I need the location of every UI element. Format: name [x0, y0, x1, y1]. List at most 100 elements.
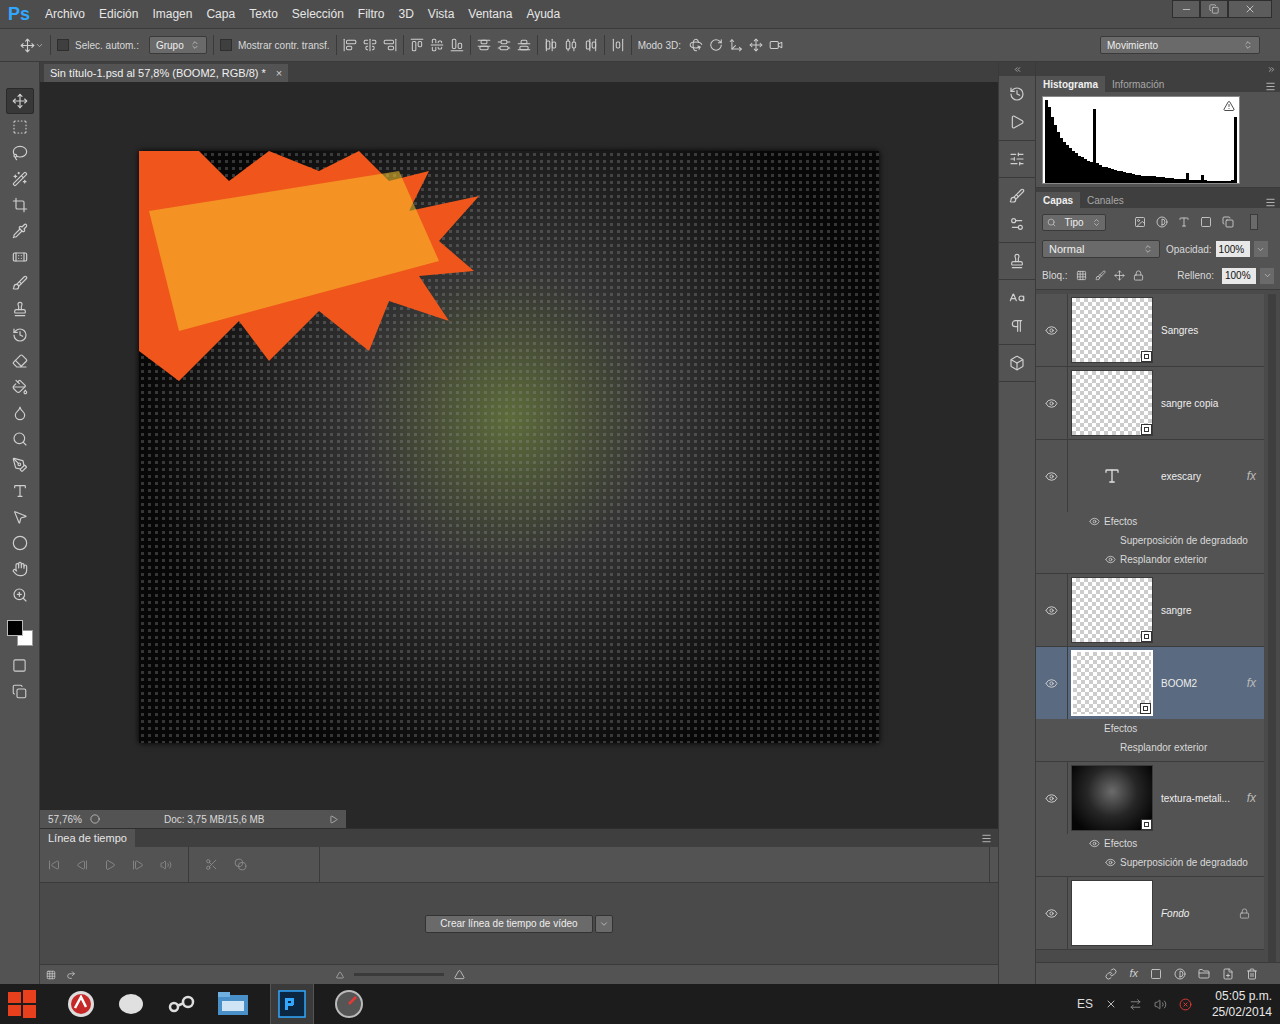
filter-dropdown[interactable]: Tipo	[1042, 214, 1106, 231]
layer-name[interactable]: Fondo	[1161, 906, 1239, 921]
brush-panel-icon[interactable]	[1009, 188, 1025, 204]
browser-icon[interactable]	[66, 989, 96, 1019]
shape-filter-icon[interactable]	[1200, 216, 1212, 228]
checkbox[interactable]	[220, 39, 232, 51]
align-bottom-icon[interactable]	[383, 38, 397, 52]
menu-item[interactable]: Ventana	[461, 5, 519, 23]
history-brush-icon[interactable]	[12, 327, 28, 343]
roll-3d-icon[interactable]	[709, 38, 723, 52]
slide-3d-icon[interactable]	[749, 38, 763, 52]
effects-header[interactable]: Efectos	[1036, 512, 1264, 531]
checkbox-field[interactable]: Selec. autom.:	[57, 38, 139, 53]
effects-header[interactable]: Efectos	[1036, 719, 1264, 738]
chevrons-icon[interactable]	[190, 40, 200, 50]
tool-button[interactable]	[6, 348, 34, 374]
healing-icon[interactable]	[12, 249, 28, 265]
distribute-bottom-icon[interactable]	[517, 38, 531, 52]
eye-icon[interactable]	[1045, 604, 1058, 617]
layer-name[interactable]: textura-metali...	[1161, 791, 1247, 806]
dock-button[interactable]	[1005, 186, 1029, 206]
layer-row[interactable]: Fondo	[1036, 877, 1264, 949]
pen-icon[interactable]	[12, 457, 28, 473]
clone-source-icon[interactable]	[1009, 253, 1025, 269]
delete-layer-icon[interactable]	[1246, 968, 1258, 980]
tool-button[interactable]	[6, 504, 34, 530]
tool-button[interactable]	[6, 400, 34, 426]
effect-row[interactable]: Resplandor exterior	[1036, 738, 1264, 757]
tool-button[interactable]	[6, 166, 34, 192]
add-style-button[interactable]: fx	[1129, 965, 1138, 982]
steam-icon[interactable]	[166, 989, 196, 1019]
distribute-top-icon[interactable]	[477, 38, 491, 52]
eye-icon[interactable]	[1045, 470, 1058, 483]
type-filter-icon[interactable]	[1178, 216, 1190, 228]
layer-row[interactable]: exescaryfx	[1036, 440, 1264, 512]
menu-item[interactable]: Capa	[199, 5, 242, 23]
previous-frame-icon[interactable]	[76, 859, 88, 871]
foreground-color[interactable]	[7, 620, 23, 636]
close-icon[interactable]	[1244, 3, 1256, 15]
actions-panel-icon[interactable]	[1009, 114, 1025, 130]
action-center-icon[interactable]	[1179, 998, 1192, 1011]
menu-item[interactable]: 3D	[392, 5, 421, 23]
tool-button[interactable]	[6, 218, 34, 244]
layers-scrollbar[interactable]	[1264, 294, 1280, 962]
brush-icon[interactable]	[12, 275, 28, 291]
auto-align-icon[interactable]	[611, 38, 625, 52]
effect-row[interactable]: Resplandor exterior	[1036, 550, 1264, 569]
align-middle-icon[interactable]	[363, 38, 377, 52]
magic-wand-icon[interactable]	[12, 171, 28, 187]
history-panel-icon[interactable]	[1009, 86, 1025, 102]
eyedropper-icon[interactable]	[12, 223, 28, 239]
create-timeline-button[interactable]: Crear línea de tiempo de vídeo	[425, 915, 592, 933]
tool-button[interactable]	[6, 244, 34, 270]
tool-button[interactable]	[6, 556, 34, 582]
dock-button[interactable]	[1005, 214, 1029, 234]
chevrons-icon[interactable]	[1143, 244, 1153, 254]
tool-button[interactable]	[6, 192, 34, 218]
pixel-filter-icon[interactable]	[1134, 216, 1146, 228]
dodge-icon[interactable]	[12, 431, 28, 447]
path-selection-icon[interactable]	[12, 509, 28, 525]
minimize-button[interactable]	[1172, 0, 1200, 18]
quick-mask-button[interactable]	[6, 652, 34, 678]
paragraph-panel-icon[interactable]	[1009, 318, 1025, 334]
opacity-field[interactable]: 100%	[1216, 241, 1250, 257]
layer-name[interactable]: sangre copia	[1161, 396, 1264, 411]
tool-button[interactable]	[6, 322, 34, 348]
transition-icon[interactable]	[234, 858, 247, 871]
windows-logo-icon[interactable]	[7, 989, 37, 1019]
tool-button[interactable]	[6, 114, 34, 140]
menu-item[interactable]: Filtro	[351, 5, 392, 23]
start-button[interactable]	[0, 984, 44, 1024]
close-button[interactable]	[1228, 0, 1272, 18]
effect-row[interactable]: Superposición de degradado	[1036, 531, 1264, 550]
eye-icon[interactable]	[1089, 838, 1100, 849]
effects-header[interactable]: Efectos	[1036, 834, 1264, 853]
visibility-toggle[interactable]	[1036, 762, 1068, 834]
dropdown-icon[interactable]	[1263, 271, 1272, 280]
lock-pixels-icon[interactable]	[1095, 270, 1106, 281]
zoom-out-icon[interactable]	[336, 971, 344, 979]
convert-icon[interactable]	[66, 970, 76, 980]
split-icon[interactable]	[205, 858, 218, 871]
zoom-icon[interactable]	[12, 587, 28, 603]
new-group-icon[interactable]	[1198, 968, 1210, 980]
dock-button[interactable]	[1005, 316, 1029, 336]
visibility-toggle[interactable]	[1036, 647, 1068, 719]
eye-icon[interactable]	[1045, 324, 1058, 337]
dock-button[interactable]	[1005, 112, 1029, 132]
network-icon[interactable]	[1129, 998, 1142, 1011]
new-adjustment-icon[interactable]	[1174, 968, 1186, 980]
3d-panel-icon[interactable]	[1009, 355, 1025, 371]
caret-icon[interactable]	[35, 41, 44, 50]
quick-mask-icon[interactable]	[12, 658, 27, 673]
type-icon[interactable]	[12, 483, 28, 499]
tool-button[interactable]	[6, 582, 34, 608]
eraser-icon[interactable]	[12, 353, 28, 369]
clock[interactable]: 05:05 p.m.25/02/2014	[1212, 988, 1272, 1020]
link-layers-icon[interactable]	[1105, 968, 1117, 980]
collapse-icon[interactable]	[1013, 65, 1022, 74]
distribute-middle-icon[interactable]	[497, 38, 511, 52]
brush-presets-icon[interactable]	[1009, 216, 1025, 232]
